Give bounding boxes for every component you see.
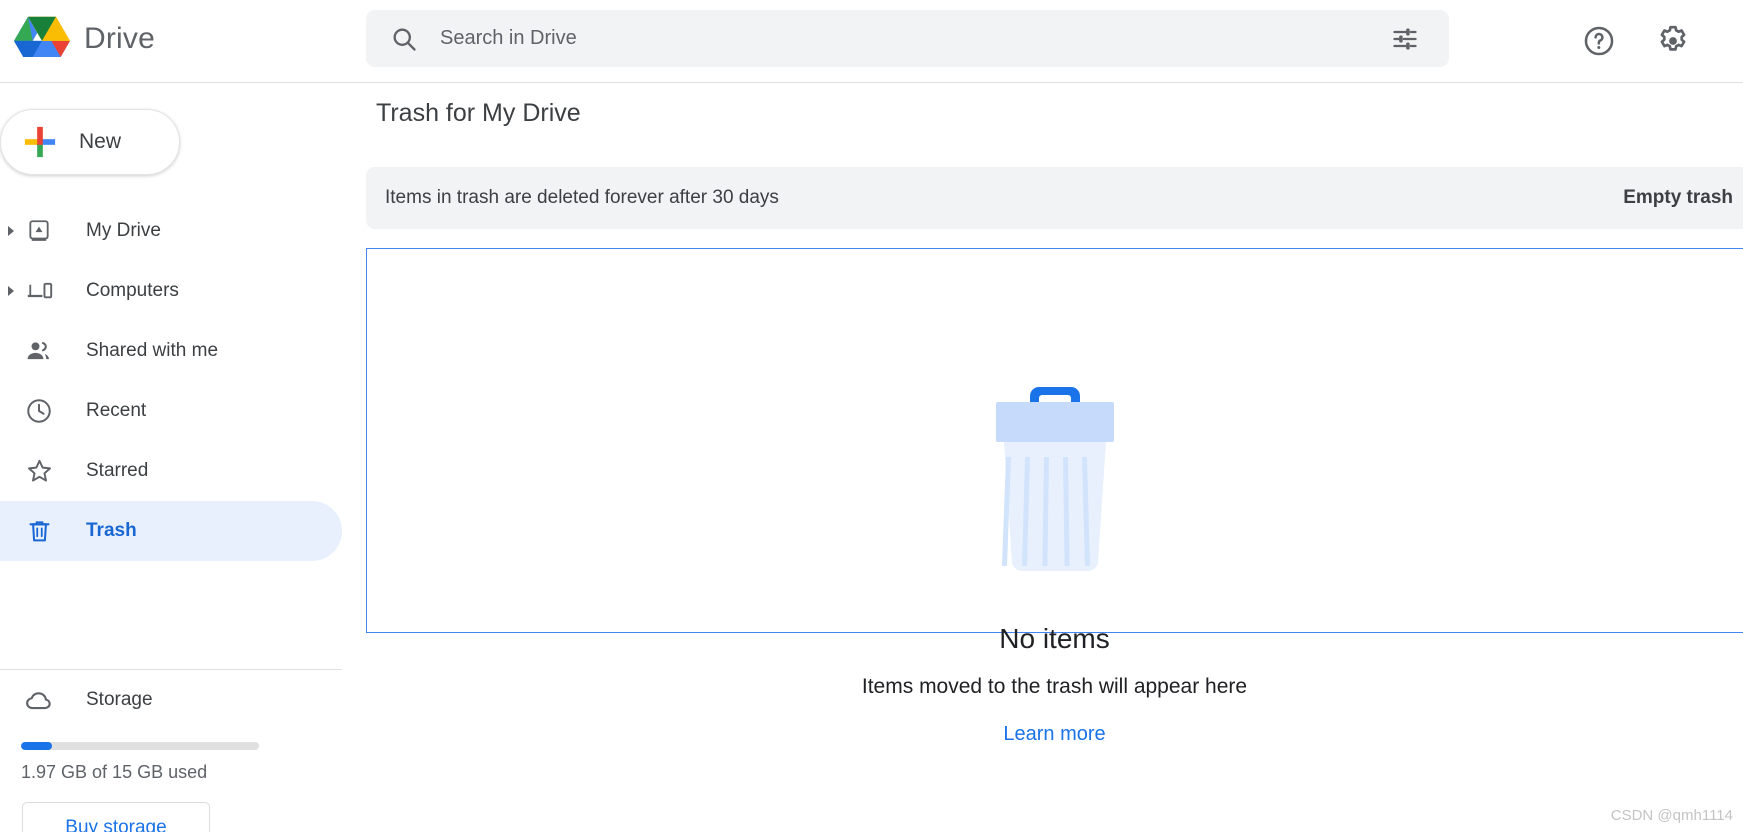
storage-used-text: 1.97 GB of 15 GB used xyxy=(21,762,208,782)
trash-notice-bar: Items in trash are deleted forever after… xyxy=(366,167,1743,229)
sidebar-item-storage[interactable]: Storage xyxy=(0,670,342,730)
watermark: CSDN @qmh1114 xyxy=(1610,807,1733,824)
chevron-right-icon[interactable] xyxy=(2,222,20,240)
brand-name: Drive xyxy=(84,22,156,55)
trash-notice-text: Items in trash are deleted forever after… xyxy=(385,187,779,208)
trash-icon xyxy=(24,516,54,546)
gear-icon xyxy=(1660,25,1686,51)
buy-storage-button[interactable]: Buy storage xyxy=(22,802,210,832)
sidebar-item-trash[interactable]: Trash xyxy=(0,501,342,561)
sidebar: New My Drive Computers Shared with me Re… xyxy=(0,82,366,832)
clock-icon xyxy=(24,396,54,426)
sidebar-item-shared-with-me[interactable]: Shared with me xyxy=(0,321,342,381)
sidebar-item-recent[interactable]: Recent xyxy=(0,381,342,441)
sidebar-item-starred[interactable]: Starred xyxy=(0,441,342,501)
sidebar-item-label: Recent xyxy=(86,400,147,421)
shared-people-icon xyxy=(24,336,54,366)
plus-icon xyxy=(24,126,56,158)
empty-state-title: No items xyxy=(999,623,1110,654)
cloud-icon xyxy=(24,685,54,715)
storage-progress-bar[interactable] xyxy=(21,742,259,750)
top-bar: Drive xyxy=(0,0,1743,82)
search-icon xyxy=(393,27,416,51)
help-button[interactable] xyxy=(1579,21,1619,61)
empty-trash-button[interactable]: Empty trash xyxy=(1605,167,1743,229)
sidebar-item-label: Computers xyxy=(86,280,179,301)
storage-section: Storage 1.97 GB of 15 GB used Buy storag… xyxy=(0,669,342,832)
drive-logo-icon xyxy=(14,16,70,58)
star-icon xyxy=(24,456,54,486)
new-button-label: New xyxy=(79,130,122,153)
topbar-actions xyxy=(1579,21,1693,61)
drive-app: Drive Search in Drive New My Drive Compu… xyxy=(0,0,1743,832)
computers-icon xyxy=(24,276,54,306)
learn-more-link[interactable]: Learn more xyxy=(1003,723,1105,745)
settings-button[interactable] xyxy=(1653,21,1693,61)
empty-state: No items Items moved to the trash will a… xyxy=(366,623,1743,746)
sidebar-item-label: Starred xyxy=(86,460,149,481)
sidebar-item-my-drive[interactable]: My Drive xyxy=(0,201,342,261)
sidebar-nav: My Drive Computers Shared with me Recent… xyxy=(0,201,342,561)
my-drive-icon xyxy=(24,216,54,246)
page-title: Trash for My Drive xyxy=(376,99,581,127)
sidebar-item-label: Trash xyxy=(86,520,137,541)
search-bar[interactable] xyxy=(366,10,1449,67)
storage-label: Storage xyxy=(86,689,153,710)
empty-state-subtitle: Items moved to the trash will appear her… xyxy=(861,675,1248,698)
storage-progress-fill xyxy=(21,742,52,750)
tune-filter-icon[interactable] xyxy=(1391,25,1419,53)
sidebar-item-label: My Drive xyxy=(86,220,161,241)
sidebar-item-computers[interactable]: Computers xyxy=(0,261,342,321)
help-circle-icon xyxy=(1584,26,1614,56)
search-input[interactable] xyxy=(438,26,1391,51)
drop-target-area[interactable] xyxy=(366,248,1743,633)
new-button[interactable]: New xyxy=(0,109,180,175)
brand[interactable]: Drive xyxy=(14,14,155,64)
chevron-right-icon[interactable] xyxy=(2,282,20,300)
main-content: Trash for My Drive Items in trash are de… xyxy=(366,82,1743,832)
sidebar-item-label: Shared with me xyxy=(86,340,219,361)
